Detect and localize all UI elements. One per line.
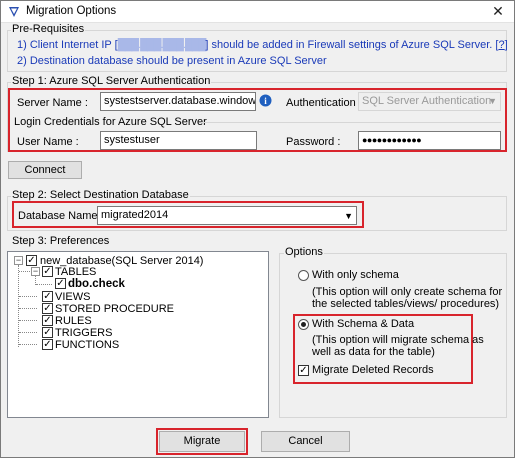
schema-data-radio[interactable] <box>298 319 309 330</box>
dbo-check-checkbox[interactable]: ✓ <box>55 278 66 289</box>
prerequisites-legend: Pre-Requisites <box>11 23 86 35</box>
schema-data-label[interactable]: With Schema & Data <box>312 318 414 330</box>
options-legend: Options <box>284 246 324 258</box>
step2-legend: Step 2: Select Destination Database <box>11 189 190 201</box>
info-icon[interactable]: i <box>259 94 272 107</box>
login-credentials-legend: Login Credentials for Azure SQL Server <box>14 116 207 128</box>
migrate-deleted-label[interactable]: Migrate Deleted Records <box>312 364 434 376</box>
schema-only-description-2: the selected tables/views/ procedures) <box>312 298 500 310</box>
migration-options-dialog: Migration Options ✕ Pre-Requisites 1) Cl… <box>0 0 515 458</box>
migrate-deleted-checkbox[interactable]: ✓ <box>298 365 309 376</box>
authentication-label: Authentication : <box>286 97 362 109</box>
authentication-select[interactable]: SQL Server Authentication ▼ <box>358 92 501 111</box>
schema-only-label[interactable]: With only schema <box>312 269 399 281</box>
schema-data-description-2: well as data for the table) <box>312 346 435 358</box>
user-name-label: User Name : <box>17 136 79 148</box>
tree-rules-label: RULES <box>55 315 92 327</box>
tree-functions-label: FUNCTIONS <box>55 339 120 351</box>
functions-checkbox[interactable]: ✓ <box>42 339 53 350</box>
tables-checkbox[interactable]: ✓ <box>42 266 53 277</box>
login-divider <box>201 122 501 123</box>
tree-tables-label: TABLES <box>55 266 97 278</box>
tree-stored-procedure-label: STORED PROCEDURE <box>55 303 174 315</box>
rules-checkbox[interactable]: ✓ <box>42 315 53 326</box>
tree-views-label: VIEWS <box>55 291 91 303</box>
app-logo-icon <box>9 7 19 17</box>
prerequisite-line-1: 1) Client Internet IP [███.███.███.███] … <box>17 39 508 51</box>
collapse-root-icon[interactable]: − <box>14 256 23 265</box>
step3-legend: Step 3: Preferences <box>11 235 111 247</box>
redacted-ip: ███.███.███.███ <box>117 39 207 51</box>
schema-only-radio[interactable] <box>298 270 309 281</box>
password-label: Password : <box>286 136 341 148</box>
connect-button[interactable]: Connect <box>8 161 82 179</box>
tree-table-item-label: dbo.check <box>68 278 125 290</box>
server-name-label: Server Name : <box>17 97 88 109</box>
stored-procedure-checkbox[interactable]: ✓ <box>42 303 53 314</box>
database-name-label: Database Name : <box>18 210 104 222</box>
tree-triggers-label: TRIGGERS <box>55 327 113 339</box>
cancel-button[interactable]: Cancel <box>261 431 350 452</box>
step1-legend: Step 1: Azure SQL Server Authentication <box>11 75 212 87</box>
title-bar: Migration Options ✕ <box>1 1 514 23</box>
chevron-down-icon: ▼ <box>488 96 497 106</box>
password-input[interactable]: ●●●●●●●●●●●● <box>358 131 501 150</box>
database-name-select[interactable]: migrated2014 ▼ <box>97 206 357 225</box>
prerequisite-line-2: 2) Destination database should be presen… <box>17 55 327 67</box>
close-button[interactable]: ✕ <box>484 1 512 22</box>
schema-only-description-1: (This option will only create schema for <box>312 286 503 298</box>
views-checkbox[interactable]: ✓ <box>42 291 53 302</box>
collapse-tables-icon[interactable]: − <box>31 267 40 276</box>
root-checkbox[interactable]: ✓ <box>26 255 37 266</box>
migrate-button[interactable]: Migrate <box>159 431 245 452</box>
schema-data-description-1: (This option will migrate schema as <box>312 334 484 346</box>
window-title: Migration Options <box>26 5 117 17</box>
user-name-input[interactable]: systestuser <box>100 131 257 150</box>
chevron-down-icon: ▼ <box>344 211 353 221</box>
server-name-input[interactable]: systestserver.database.windows.net <box>100 92 256 111</box>
triggers-checkbox[interactable]: ✓ <box>42 327 53 338</box>
